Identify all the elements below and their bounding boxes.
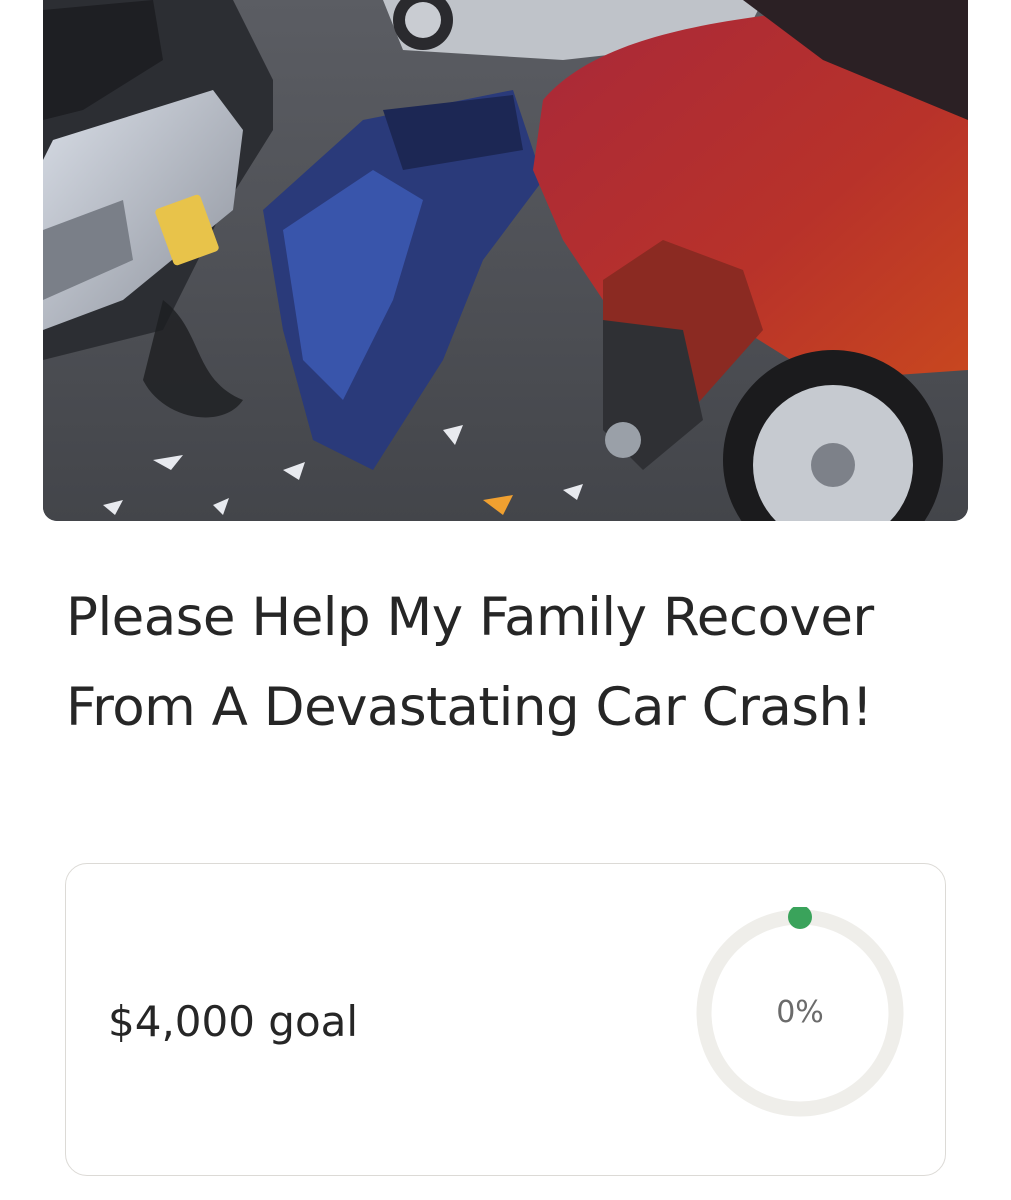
progress-ring: 0%: [694, 907, 906, 1119]
goal-card[interactable]: $4,000 goal 0%: [65, 863, 946, 1176]
goal-amount: $4,000 goal: [108, 997, 359, 1046]
car-crash-photo: [43, 0, 968, 521]
campaign-title: Please Help My Family Recover From A Dev…: [66, 587, 874, 738]
campaign-hero-image[interactable]: [43, 0, 968, 521]
fundraiser-page: Please Help My Family Recover From A Dev…: [0, 0, 1011, 1200]
progress-percent: 0%: [776, 995, 824, 1030]
